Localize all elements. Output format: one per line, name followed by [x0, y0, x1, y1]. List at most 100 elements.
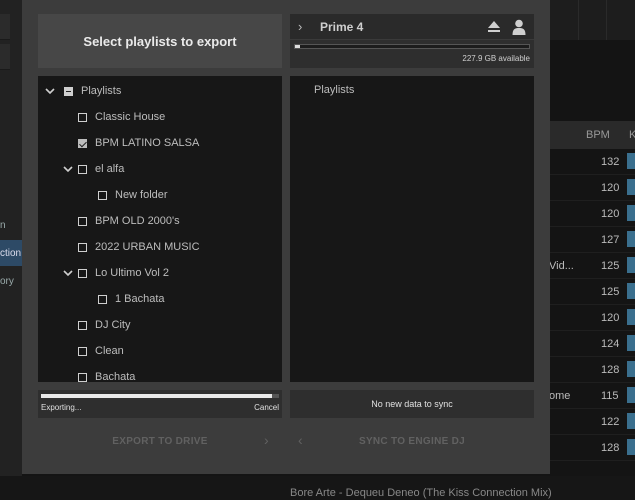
tree-item[interactable]: New folder: [98, 182, 168, 208]
tree-root[interactable]: Playlists: [44, 78, 121, 104]
playlist-label: BPM LATINO SALSA: [95, 137, 200, 149]
bg-table-row: 128: [535, 435, 635, 461]
bg-table-header: BPM K: [535, 121, 635, 149]
bg-row-key: [627, 257, 635, 273]
progress-fill: [41, 394, 272, 398]
tree-item[interactable]: BPM LATINO SALSA: [78, 130, 199, 156]
bg-table-row: 120: [535, 175, 635, 201]
device-name: Prime 4: [320, 20, 364, 34]
playlist-checkbox[interactable]: [78, 242, 87, 252]
export-sync-dialog: Select playlists to export › Prime 4 227…: [22, 0, 550, 474]
playlist-label: Bachata: [95, 371, 136, 382]
tree-item[interactable]: DJ City: [78, 312, 130, 338]
bg-table-row: 122: [535, 409, 635, 435]
bg-row-key: [627, 387, 635, 403]
bg-sidebar-item-selected: ction: [0, 240, 22, 266]
bg-row-key: [627, 283, 635, 299]
chevron-right-icon[interactable]: ›: [298, 19, 302, 34]
playlist-checkbox[interactable]: [78, 346, 87, 356]
playlist-checkbox[interactable]: [78, 138, 87, 148]
bg-bpm-header: BPM: [586, 129, 610, 141]
tree-item[interactable]: Classic House: [78, 104, 165, 130]
bg-footer-track: Bore Arte - Dequeu Deneo (The Kiss Conne…: [290, 487, 552, 499]
tree-item[interactable]: 2022 URBAN MUSIC: [78, 234, 200, 260]
device-header[interactable]: › Prime 4: [290, 14, 534, 40]
tree-item[interactable]: Clean: [78, 338, 124, 364]
root-checkbox[interactable]: [64, 86, 73, 96]
bg-row-key: [627, 231, 635, 247]
storage-fill: [295, 45, 300, 48]
device-list-title: Playlists: [314, 84, 355, 96]
bg-row-key: [627, 361, 635, 377]
bg-row-bpm: 120: [601, 208, 620, 220]
bg-row-bpm: 120: [601, 312, 620, 324]
playlist-label: Clean: [95, 345, 124, 357]
bg-left-rail: n ction ory: [0, 0, 22, 500]
chevron-down-icon[interactable]: [62, 267, 74, 279]
playlist-label: 2022 URBAN MUSIC: [95, 241, 200, 253]
playlist-tree: Playlists Classic House BPM LATINO SALSA…: [38, 76, 282, 382]
bg-row-bpm: 128: [601, 442, 620, 454]
playlist-label: 1 Bachata: [115, 293, 165, 305]
tree-folder[interactable]: el alfa: [62, 156, 124, 182]
bg-toolbar-cell: [578, 0, 606, 40]
export-panel-title: Select playlists to export: [38, 14, 282, 68]
export-to-drive-button[interactable]: EXPORT TO DRIVE: [38, 426, 282, 456]
playlist-label: BPM OLD 2000's: [95, 215, 180, 227]
bg-table-row: 132: [535, 149, 635, 175]
progress-label: Exporting...: [41, 403, 82, 412]
bg-key-header: K: [629, 129, 635, 141]
bg-row-key: [627, 439, 635, 455]
chevron-down-icon[interactable]: [44, 85, 56, 97]
progress-track: [41, 394, 279, 398]
bg-table-row: 120: [535, 201, 635, 227]
eject-icon[interactable]: [487, 20, 501, 34]
bg-row-bpm: 120: [601, 182, 620, 194]
bg-sidebar-item: n: [0, 220, 6, 231]
tree-item[interactable]: BPM OLD 2000's: [78, 208, 180, 234]
user-icon[interactable]: [512, 19, 526, 35]
bg-toolbar-cell: [606, 0, 634, 40]
bg-row-bpm: 132: [601, 156, 620, 168]
playlist-checkbox[interactable]: [98, 190, 107, 200]
bg-row-key: [627, 413, 635, 429]
sync-to-engine-button[interactable]: SYNC TO ENGINE DJ: [290, 426, 534, 456]
tree-folder[interactable]: Lo Ultimo Vol 2: [62, 260, 169, 286]
tree-item[interactable]: Bachata: [78, 364, 135, 382]
playlist-checkbox[interactable]: [78, 372, 87, 382]
playlist-label: Classic House: [95, 111, 166, 123]
playlist-label: DJ City: [95, 319, 131, 331]
storage-bar: [294, 44, 530, 49]
bg-footer: Bore Arte - Dequeu Deneo (The Kiss Conne…: [0, 476, 635, 500]
bg-row-bpm: 128: [601, 364, 620, 376]
bg-row-bpm: 115: [601, 390, 619, 402]
playlist-checkbox[interactable]: [78, 268, 87, 278]
bg-row-key: [627, 153, 635, 169]
tree-root-label: Playlists: [81, 85, 122, 97]
bg-table-row: Vid... 125: [535, 253, 635, 279]
bg-row-bpm: 122: [601, 416, 620, 428]
bg-row-title: ome: [549, 390, 571, 402]
bg-row-key: [627, 335, 635, 351]
playlist-checkbox[interactable]: [98, 294, 107, 304]
chevron-right-icon: ›: [264, 432, 269, 448]
bg-toolbar: [550, 0, 635, 40]
bg-table-row: 120: [535, 305, 635, 331]
bg-row-bpm: 125: [601, 260, 620, 272]
playlist-checkbox[interactable]: [78, 164, 87, 174]
playlist-checkbox[interactable]: [78, 320, 87, 330]
bg-table-row: ome 115: [535, 383, 635, 409]
storage-available: 227.9 GB available: [462, 54, 530, 63]
sync-status: No new data to sync: [290, 390, 534, 418]
playlist-label: New folder: [115, 189, 168, 201]
bg-tile: [0, 14, 10, 40]
device-panel: › Prime 4 227.9 GB available: [290, 14, 534, 68]
tree-item[interactable]: 1 Bachata: [98, 286, 165, 312]
playlist-checkbox[interactable]: [78, 216, 87, 226]
bg-sidebar-item: ory: [0, 276, 14, 287]
cancel-button[interactable]: Cancel: [254, 403, 279, 412]
bg-row-key: [627, 309, 635, 325]
playlist-checkbox[interactable]: [78, 112, 87, 122]
bg-table-row: 125: [535, 279, 635, 305]
chevron-down-icon[interactable]: [62, 163, 74, 175]
